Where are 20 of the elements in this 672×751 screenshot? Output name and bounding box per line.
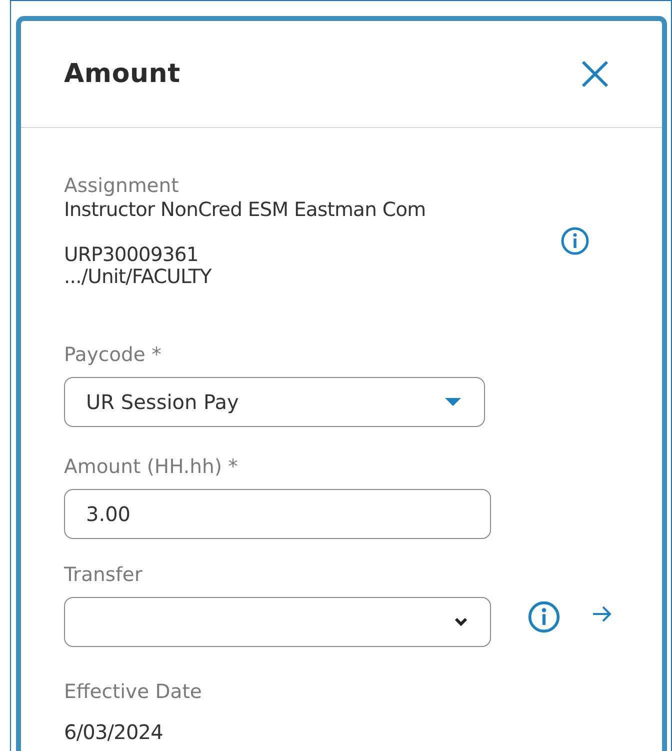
arrow-right-icon[interactable]: [591, 605, 613, 623]
effective-date-value: 6/03/2024: [64, 720, 164, 744]
field-label: Transfer: [64, 563, 144, 587]
chevron-down-icon: [454, 617, 468, 627]
assignment-path: .../Unit/FACULTY: [64, 267, 213, 287]
dialog-title: Amount: [64, 59, 180, 89]
caret-icon: [444, 397, 462, 407]
amount-input-field[interactable]: 3.00: [64, 489, 491, 539]
info-icon[interactable]: [560, 226, 590, 256]
field-label: Paycode *: [64, 343, 162, 367]
close-icon: [580, 59, 610, 89]
paycode-dropdown[interactable]: UR Session Pay: [64, 377, 485, 427]
info-icon[interactable]: [527, 600, 561, 634]
field-label: Amount (HH.hh) *: [64, 455, 239, 479]
assignment-code: URP30009361: [64, 243, 200, 267]
assignment-name: Instructor NonCred ESM Eastman Com: [64, 198, 426, 222]
assignment-label: Assignment: [64, 174, 180, 198]
transfer-select[interactable]: [64, 597, 491, 647]
close-button[interactable]: [580, 59, 610, 89]
field-label: Effective Date: [64, 680, 203, 704]
